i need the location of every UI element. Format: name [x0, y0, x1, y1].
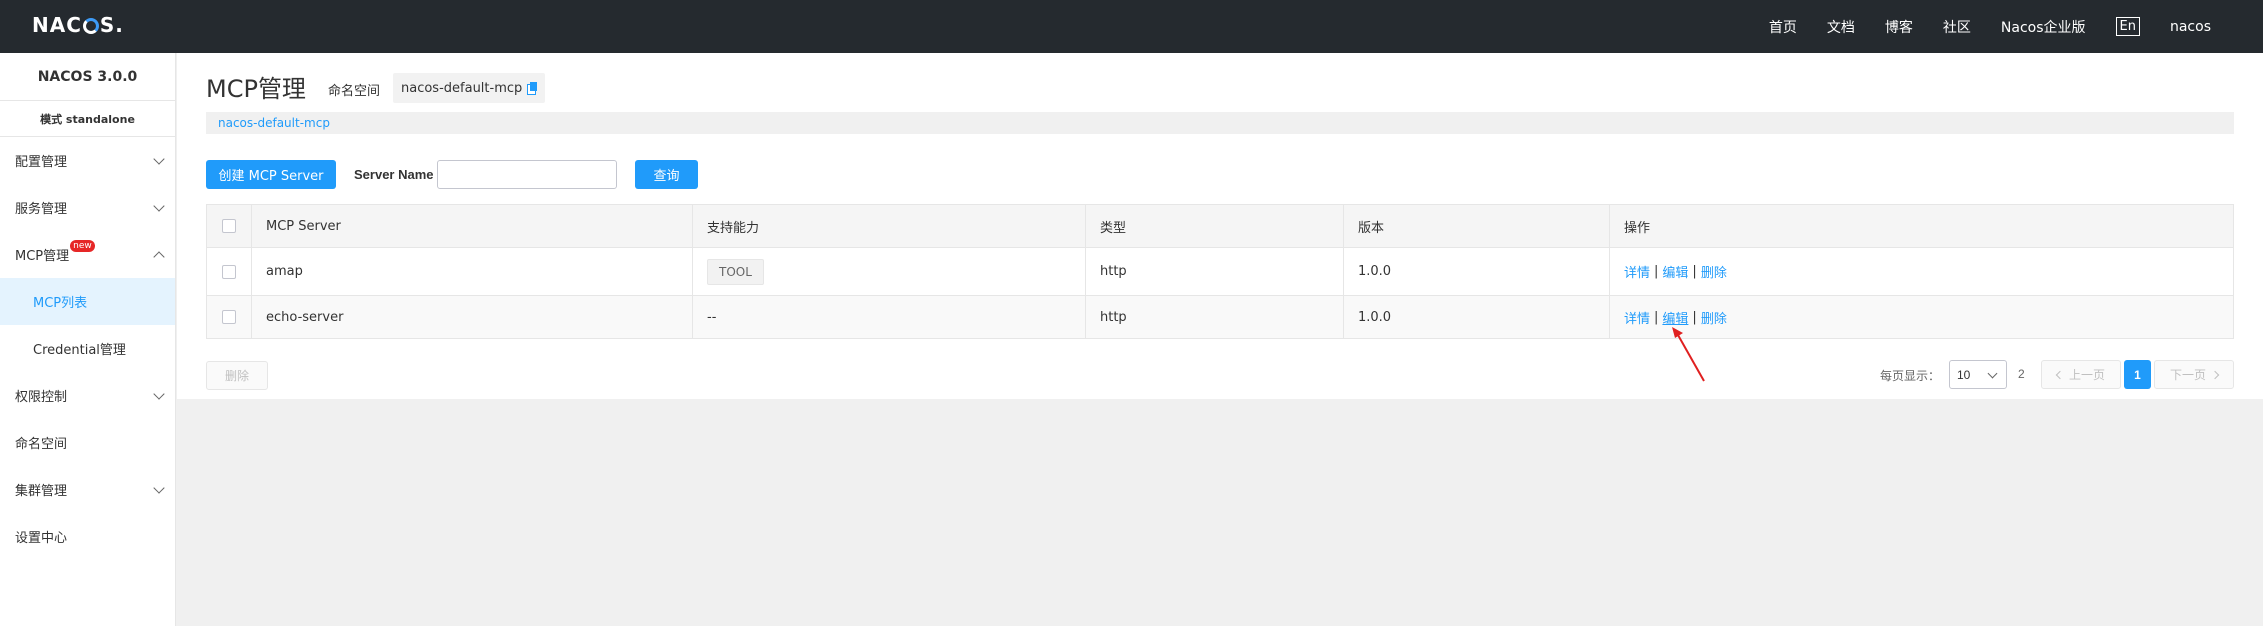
row-checkbox[interactable] [222, 264, 236, 279]
nav-community[interactable]: 社区 [1943, 17, 1971, 37]
language-toggle-button[interactable]: En [2115, 17, 2140, 36]
server-name-label: Server Name [354, 167, 434, 182]
capability-cell: TOOL [692, 248, 1085, 295]
chevron-down-icon [153, 482, 165, 494]
nav-enterprise[interactable]: Nacos企业版 [2001, 17, 2086, 37]
main-panel: MCP管理 命名空间 nacos-default-mcp nacos-defau… [177, 53, 2263, 399]
sidebar-item-config[interactable]: 配置管理 [0, 137, 175, 184]
page-title: MCP管理 [206, 75, 306, 103]
type-cell: http [1085, 296, 1343, 338]
row-select-cell [207, 296, 251, 338]
version-cell: 1.0.0 [1343, 248, 1609, 295]
chevron-left-icon [2055, 370, 2065, 379]
chevron-up-icon [153, 251, 165, 263]
row-select-cell [207, 248, 251, 295]
sidebar-item-namespace[interactable]: 命名空间 [0, 419, 175, 466]
row-checkbox[interactable] [222, 310, 236, 324]
sidebar-item-label: 配置管理 [15, 155, 68, 170]
prev-page-label: 上一页 [2068, 368, 2105, 382]
sidebar-item-label: MCP管理 [15, 249, 70, 264]
new-badge: new [70, 239, 95, 252]
top-navbar: NAC S. 首页 文档 博客 社区 Nacos企业版 En nacos [0, 0, 2263, 53]
chevron-down-icon [153, 153, 165, 165]
sidebar-item-credential[interactable]: Credential管理 [0, 325, 175, 372]
nav-blog[interactable]: 博客 [1885, 17, 1913, 37]
op-separator: | [1692, 309, 1697, 325]
batch-delete-button[interactable]: 删除 [206, 361, 268, 390]
chevron-right-icon [2210, 370, 2220, 379]
chevron-down-icon [153, 200, 165, 212]
edit-link[interactable]: 编辑 [1662, 308, 1688, 327]
sidebar-item-label: 集群管理 [15, 484, 68, 499]
total-count: 2 [2018, 367, 2025, 381]
sidebar: NACOS 3.0.0 模式 standalone 配置管理 服务管理 MCP管… [0, 53, 176, 626]
next-page-button[interactable]: 下一页 [2154, 360, 2234, 389]
op-separator: | [1654, 309, 1659, 325]
user-menu[interactable]: nacos [2170, 19, 2211, 35]
sidebar-item-label: 设置中心 [15, 531, 68, 546]
sidebar-item-mcp-list[interactable]: MCP列表 [0, 278, 175, 325]
prev-page-button[interactable]: 上一页 [2041, 360, 2121, 389]
detail-link[interactable]: 详情 [1624, 308, 1650, 327]
sidebar-item-label: 命名空间 [15, 437, 68, 452]
version-label: NACOS 3.0.0 [0, 53, 175, 101]
page-size-label: 每页显示： [1880, 369, 1941, 383]
namespace-label: 命名空间 [328, 84, 381, 99]
operations-cell: 详情 | 编辑 | 删除 [1609, 296, 2233, 338]
table-header-row: MCP Server 支持能力 类型 版本 操作 [207, 205, 2233, 247]
sidebar-item-settings[interactable]: 设置中心 [0, 513, 175, 560]
sidebar-item-label: Credential管理 [33, 343, 126, 358]
detail-link[interactable]: 详情 [1624, 262, 1650, 281]
next-page-label: 下一页 [2169, 368, 2206, 382]
column-header: 支持能力 [692, 205, 1085, 247]
page-size-value: 10 [1957, 367, 1971, 382]
column-header: 类型 [1085, 205, 1343, 247]
nav-docs[interactable]: 文档 [1827, 17, 1855, 37]
page-size-select[interactable]: 10 [1949, 360, 2007, 389]
mcp-server-table: MCP Server 支持能力 类型 版本 操作 amap TOOL http … [206, 204, 2234, 339]
chevron-down-icon [1987, 368, 1998, 379]
sidebar-item-mcp[interactable]: MCP管理 new [0, 231, 175, 278]
capability-tag: TOOL [707, 258, 764, 285]
server-name-cell: amap [251, 248, 692, 295]
namespace-tag: nacos-default-mcp [393, 73, 546, 103]
op-separator: | [1654, 264, 1659, 279]
column-header: 版本 [1343, 205, 1609, 247]
capability-cell: -- [692, 296, 1085, 338]
sidebar-item-label: MCP列表 [33, 296, 88, 311]
current-page-button[interactable]: 1 [2124, 360, 2151, 389]
type-cell: http [1085, 248, 1343, 295]
edit-link[interactable]: 编辑 [1662, 262, 1688, 281]
delete-link[interactable]: 删除 [1701, 262, 1727, 281]
query-button[interactable]: 查询 [635, 160, 698, 189]
sidebar-item-service[interactable]: 服务管理 [0, 184, 175, 231]
select-all-checkbox[interactable] [222, 219, 236, 233]
header-select-cell [207, 205, 251, 247]
chevron-down-icon [153, 388, 165, 400]
namespace-value: nacos-default-mcp [401, 80, 523, 96]
mode-label: 模式 standalone [0, 101, 175, 137]
server-name-cell: echo-server [251, 296, 692, 338]
table-row: amap TOOL http 1.0.0 详情 | 编辑 | 删除 [207, 247, 2233, 295]
server-name-input[interactable] [437, 160, 617, 189]
table-row: echo-server -- http 1.0.0 详情 | 编辑 | 删除 [207, 295, 2233, 338]
sidebar-item-cluster[interactable]: 集群管理 [0, 466, 175, 513]
top-nav-links: 首页 文档 博客 社区 Nacos企业版 En nacos [1739, 0, 2211, 53]
column-header: 操作 [1609, 205, 2233, 247]
sidebar-item-label: 权限控制 [15, 390, 68, 405]
column-header: MCP Server [251, 205, 692, 247]
delete-link[interactable]: 删除 [1701, 308, 1727, 327]
version-cell: 1.0.0 [1343, 296, 1609, 338]
operations-cell: 详情 | 编辑 | 删除 [1609, 248, 2233, 295]
namespace-bar-link[interactable]: nacos-default-mcp [218, 116, 330, 130]
copy-icon[interactable] [527, 82, 538, 95]
op-separator: | [1692, 264, 1697, 279]
sidebar-item-label: 服务管理 [15, 202, 68, 217]
nav-home[interactable]: 首页 [1769, 17, 1797, 37]
namespace-bar: nacos-default-mcp [206, 112, 2234, 134]
sidebar-item-auth[interactable]: 权限控制 [0, 372, 175, 419]
nacos-logo[interactable]: NAC S. [32, 13, 124, 37]
create-mcp-server-button[interactable]: 创建 MCP Server [206, 160, 336, 189]
